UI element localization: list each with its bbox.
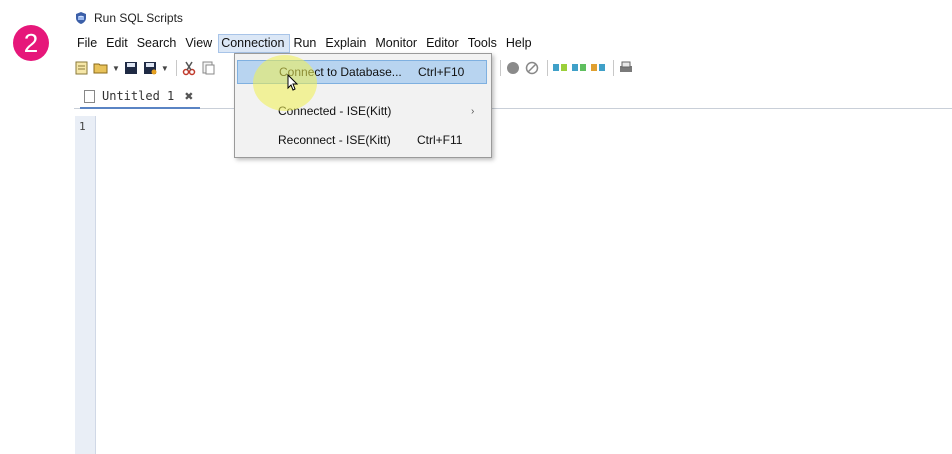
menu-item-shortcut: Ctrl+F11	[417, 133, 463, 147]
print-icon[interactable]	[618, 60, 634, 76]
menu-bar: File Edit Search View Connection Run Exp…	[74, 32, 538, 54]
menu-connection[interactable]: Connection	[218, 33, 291, 53]
run-sql-scripts-window: Run SQL Scripts File Edit Search View Co…	[70, 0, 952, 454]
menu-item-reconnect-ise-kitt[interactable]: Reconnect - ISE(Kitt) Ctrl+F11	[237, 128, 487, 152]
toolbar-separator	[612, 60, 614, 76]
save-dropdown-caret-icon[interactable]: ▼	[161, 64, 169, 73]
save-icon[interactable]	[123, 60, 139, 76]
menu-file[interactable]: File	[74, 34, 103, 53]
tab-strip: Untitled 1 ✖	[74, 84, 952, 109]
window-title: Run SQL Scripts	[94, 11, 183, 25]
menu-item-label: Reconnect - ISE(Kitt)	[278, 133, 391, 147]
visual-explain-icon[interactable]	[552, 60, 568, 76]
menu-run[interactable]: Run	[290, 34, 322, 53]
menu-help[interactable]: Help	[503, 34, 538, 53]
menu-monitor[interactable]: Monitor	[372, 34, 423, 53]
new-script-icon[interactable]	[74, 60, 90, 76]
menu-editor[interactable]: Editor	[423, 34, 465, 53]
menu-explain[interactable]: Explain	[322, 34, 372, 53]
explain-icon[interactable]	[571, 60, 587, 76]
run-explain-icon[interactable]	[590, 60, 606, 76]
database-shield-icon	[76, 12, 86, 24]
tab-label: Untitled 1	[102, 89, 175, 103]
stop-circle-icon[interactable]	[505, 60, 521, 76]
step-number-badge: 2	[13, 25, 49, 61]
mouse-pointer-icon	[287, 74, 299, 91]
menu-tools[interactable]: Tools	[465, 34, 503, 53]
submenu-arrow-icon: ›	[471, 105, 475, 117]
save-as-icon[interactable]	[142, 60, 158, 76]
tab-untitled-1[interactable]: Untitled 1 ✖	[80, 85, 200, 109]
title-bar: Run SQL Scripts	[70, 8, 183, 28]
menu-item-shortcut: Ctrl+F10	[418, 65, 465, 79]
toolbar-separator	[499, 60, 501, 76]
cancel-icon[interactable]	[524, 60, 540, 76]
menu-view[interactable]: View	[182, 34, 218, 53]
toolbar-separator	[175, 60, 177, 76]
menu-edit[interactable]: Edit	[103, 34, 134, 53]
cursor-highlight-circle	[253, 55, 317, 111]
open-folder-icon[interactable]	[93, 60, 109, 76]
sql-editor-area[interactable]	[96, 116, 952, 454]
toolbar: ▼ ▼	[74, 56, 952, 80]
line-number: 1	[79, 120, 86, 133]
document-icon	[84, 89, 95, 103]
open-dropdown-caret-icon[interactable]: ▼	[112, 64, 120, 73]
copy-icon[interactable]	[200, 60, 216, 76]
toolbar-separator	[546, 60, 548, 76]
line-number-gutter: 1	[75, 116, 96, 454]
menu-search[interactable]: Search	[134, 34, 183, 53]
cut-icon[interactable]	[181, 60, 197, 76]
close-tab-icon[interactable]: ✖	[184, 90, 193, 103]
